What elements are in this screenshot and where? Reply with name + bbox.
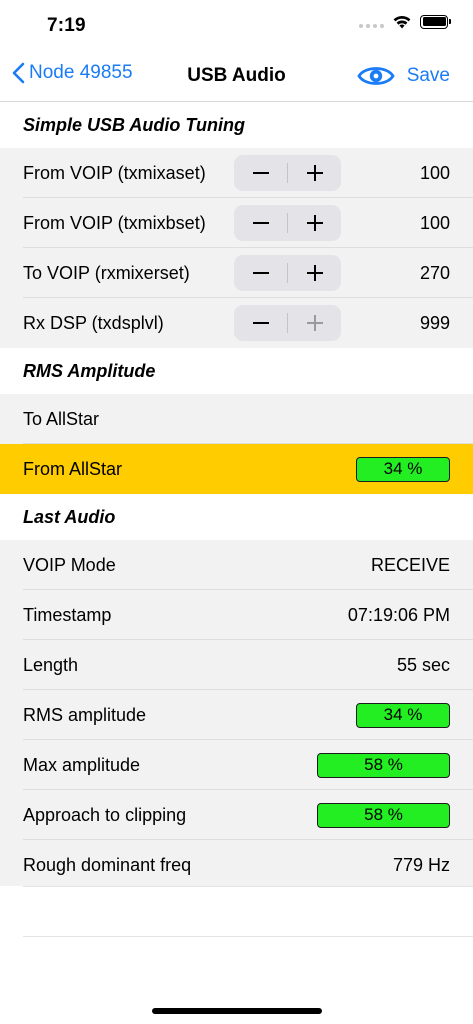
tuning-value: 999 <box>419 312 450 333</box>
tuning-value: 270 <box>419 262 450 283</box>
rms-amplitude-row: RMS amplitude 34 % <box>0 690 473 740</box>
section-header-rms: RMS Amplitude <box>0 348 473 394</box>
voip-mode-label: VOIP Mode <box>23 554 116 575</box>
increment-button[interactable] <box>288 305 341 341</box>
to-allstar-row[interactable]: To AllStar <box>0 394 473 444</box>
minus-icon <box>252 172 269 174</box>
plus-icon <box>306 265 323 281</box>
tuning-value: 100 <box>419 212 450 233</box>
length-label: Length <box>23 654 79 675</box>
txmixbset-stepper <box>234 205 341 241</box>
decrement-button[interactable] <box>234 305 287 341</box>
dominant-freq-row: Rough dominant freq 779 Hz <box>0 840 473 890</box>
tuning-row-rxmixerset: To VOIP (rxmixerset) 270 <box>0 248 473 298</box>
voip-mode-value: RECEIVE <box>370 554 450 575</box>
tuning-value: 100 <box>419 162 450 183</box>
length-value: 55 sec <box>396 654 450 675</box>
plus-icon <box>306 215 323 231</box>
max-amplitude-meter: 58 % <box>317 752 450 778</box>
save-button[interactable]: Save <box>407 65 450 87</box>
decrement-button[interactable] <box>234 255 287 291</box>
section-header-tuning: Simple USB Audio Tuning <box>0 102 473 148</box>
clipping-row: Approach to clipping 58 % <box>0 790 473 840</box>
dominant-freq-label: Rough dominant freq <box>23 854 192 875</box>
divider <box>23 936 473 937</box>
from-allstar-label: From AllStar <box>23 458 123 479</box>
minus-icon <box>252 272 269 274</box>
status-bar: 7:19 <box>0 0 473 50</box>
status-icons <box>359 14 451 29</box>
txdsplvl-stepper <box>234 305 341 341</box>
tuning-row-txmixaset: From VOIP (txmixaset) 100 <box>0 148 473 198</box>
navigation-bar: Node 49855 USB Audio Save <box>0 50 473 102</box>
decrement-button[interactable] <box>234 205 287 241</box>
rms-amplitude-meter: 34 % <box>356 702 450 728</box>
clipping-meter: 58 % <box>317 802 450 828</box>
home-indicator <box>152 1008 322 1014</box>
tuning-row-txdsplvl: Rx DSP (txdsplvl) 999 <box>0 298 473 348</box>
timestamp-row: Timestamp 07:19:06 PM <box>0 590 473 640</box>
increment-button[interactable] <box>288 255 341 291</box>
battery-icon <box>420 14 451 29</box>
decrement-button[interactable] <box>234 155 287 191</box>
wifi-icon <box>393 16 411 29</box>
settings-list: Simple USB Audio Tuning From VOIP (txmix… <box>0 102 473 890</box>
to-allstar-label: To AllStar <box>23 408 100 429</box>
timestamp-value: 07:19:06 PM <box>347 604 450 625</box>
increment-button[interactable] <box>288 205 341 241</box>
back-button[interactable]: Node 49855 <box>12 62 133 84</box>
rxmixerset-stepper <box>234 255 341 291</box>
plus-icon <box>306 315 323 331</box>
timestamp-label: Timestamp <box>23 604 112 625</box>
tuning-row-txmixbset: From VOIP (txmixbset) 100 <box>0 198 473 248</box>
txmixaset-stepper <box>234 155 341 191</box>
empty-list-area <box>0 886 473 1024</box>
status-time: 7:19 <box>47 15 86 36</box>
from-allstar-meter: 34 % <box>356 456 450 482</box>
rms-amplitude-label: RMS amplitude <box>23 704 147 725</box>
section-header-last-audio: Last Audio <box>0 494 473 540</box>
back-button-label: Node 49855 <box>29 62 133 83</box>
chevron-left-icon <box>12 62 25 84</box>
minus-icon <box>252 322 269 324</box>
dominant-freq-value: 779 Hz <box>392 854 450 875</box>
increment-button[interactable] <box>288 155 341 191</box>
max-amplitude-row: Max amplitude 58 % <box>0 740 473 790</box>
minus-icon <box>252 222 269 224</box>
length-row: Length 55 sec <box>0 640 473 690</box>
plus-icon <box>306 165 323 181</box>
from-allstar-row[interactable]: From AllStar 34 % <box>0 444 473 494</box>
signal-icon <box>359 16 384 28</box>
eye-icon[interactable] <box>357 63 395 89</box>
voip-mode-row: VOIP Mode RECEIVE <box>0 540 473 590</box>
clipping-label: Approach to clipping <box>23 804 187 825</box>
divider <box>23 886 473 887</box>
max-amplitude-label: Max amplitude <box>23 754 141 775</box>
